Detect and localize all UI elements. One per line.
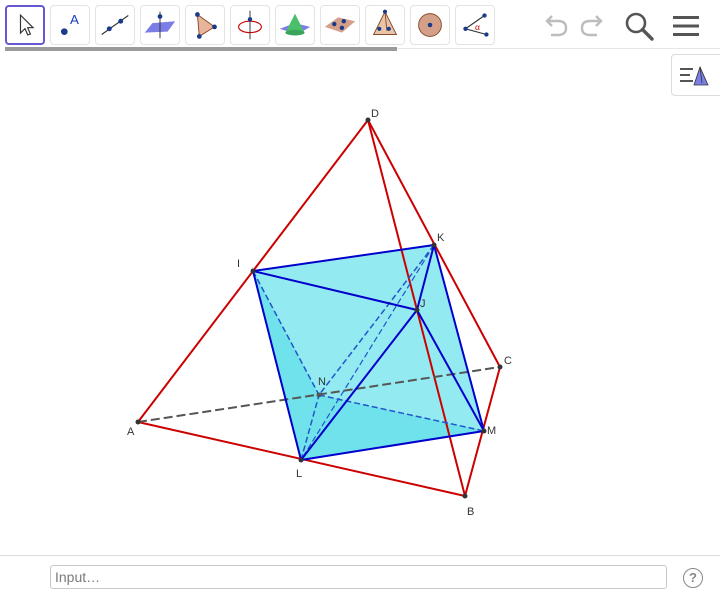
net-tool-button[interactable] [320, 5, 360, 45]
pyramid-tool-icon [372, 9, 398, 35]
sphere-tool-button[interactable] [410, 5, 450, 45]
angle-tool-button[interactable]: α [455, 5, 495, 45]
menu-icon [673, 16, 699, 36]
point-L[interactable] [298, 457, 304, 463]
polygon-tool-icon [195, 12, 217, 39]
move-tool-icon [19, 13, 35, 36]
point-B[interactable] [462, 493, 468, 499]
plane-tool-icon [144, 11, 176, 39]
line-tool-icon [101, 15, 129, 35]
label-D: D [371, 108, 379, 120]
sphere-tool-icon [418, 13, 442, 37]
label-C: C [504, 355, 512, 367]
toolbar-scroll-indicator[interactable] [5, 47, 397, 51]
angle-tool-label: α [475, 22, 480, 32]
rotate-around-line-icon [238, 10, 262, 40]
net-tool-icon [324, 17, 356, 33]
toolbar-divider [397, 48, 720, 49]
search-button[interactable] [621, 8, 657, 44]
undo-button[interactable] [538, 8, 574, 44]
point-J[interactable] [414, 307, 420, 313]
polygon-tool-button[interactable] [185, 5, 225, 45]
undo-icon [545, 15, 568, 37]
point-I[interactable] [250, 268, 256, 274]
help-button[interactable]: ? [683, 568, 703, 588]
label-M: M [487, 425, 496, 437]
label-K: K [437, 232, 445, 244]
label-B: B [467, 506, 474, 518]
cone-tool-icon [279, 13, 311, 36]
label-J: J [420, 298, 426, 310]
input-bar: ? [0, 555, 720, 601]
point-A[interactable] [135, 419, 141, 425]
redo-icon [580, 15, 603, 37]
geometry-figure[interactable]: A B C D I J K L M N [0, 52, 720, 554]
input-field[interactable] [50, 565, 667, 589]
point-K[interactable] [431, 242, 437, 248]
search-icon [625, 12, 654, 41]
plane-tool-button[interactable] [140, 5, 180, 45]
toolbar: A α [0, 0, 720, 52]
graphics-3d-view[interactable]: A B C D I J K L M N [0, 52, 720, 554]
point-C[interactable] [497, 364, 503, 370]
point-tool-button[interactable]: A [50, 5, 90, 45]
move-tool-button[interactable] [5, 5, 45, 45]
point-N[interactable] [316, 392, 322, 398]
label-L: L [296, 468, 302, 480]
point-D[interactable] [365, 117, 371, 123]
line-tool-button[interactable] [95, 5, 135, 45]
rotate-around-line-button[interactable] [230, 5, 270, 45]
menu-button[interactable] [668, 8, 704, 44]
label-A: A [127, 426, 135, 438]
angle-tool-icon: α [463, 13, 489, 37]
label-N: N [318, 376, 326, 388]
cone-tool-button[interactable] [275, 5, 315, 45]
pyramid-tool-button[interactable] [365, 5, 405, 45]
point-tool-label: A [70, 12, 79, 27]
point-tool-icon: A [60, 12, 79, 35]
point-M[interactable] [481, 428, 487, 434]
redo-button[interactable] [574, 8, 610, 44]
label-I: I [237, 258, 240, 270]
